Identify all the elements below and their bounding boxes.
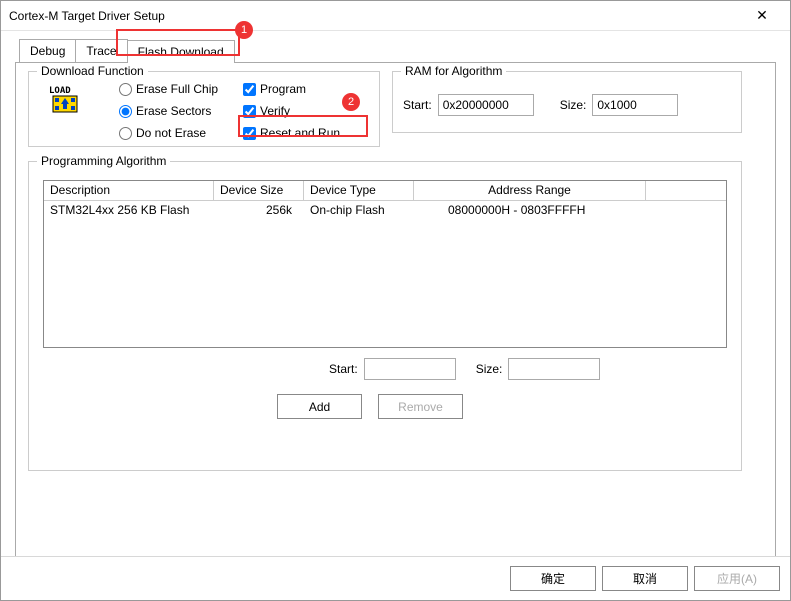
ram-size-label: Size: bbox=[560, 98, 587, 112]
erase-radio-group: Erase Full Chip Erase Sectors Do not Era… bbox=[119, 80, 218, 142]
dialog-window: Cortex-M Target Driver Setup ✕ Debug Tra… bbox=[0, 0, 791, 601]
check-verify-input[interactable] bbox=[243, 105, 256, 118]
td-empty bbox=[646, 201, 726, 221]
tab-debug-label: Debug bbox=[30, 44, 65, 58]
fieldset-programming-algorithm: Programming Algorithm Description Device… bbox=[28, 161, 742, 471]
th-address-range[interactable]: Address Range bbox=[414, 181, 646, 201]
apply-button: 应用(A) bbox=[694, 566, 780, 591]
radio-do-not-erase[interactable]: Do not Erase bbox=[119, 124, 218, 142]
tab-trace-label: Trace bbox=[86, 44, 116, 58]
fieldset-download-function: Download Function LOAD bbox=[28, 71, 380, 147]
option-checkbox-group: Program Verify Reset and Run bbox=[243, 80, 340, 142]
th-device-type[interactable]: Device Type bbox=[304, 181, 414, 201]
ram-size-input[interactable] bbox=[592, 94, 678, 116]
download-function-legend: Download Function bbox=[37, 64, 148, 78]
svg-text:LOAD: LOAD bbox=[49, 86, 71, 96]
algo-size-label: Size: bbox=[476, 362, 503, 376]
window-title: Cortex-M Target Driver Setup bbox=[9, 9, 742, 23]
load-icon: LOAD bbox=[49, 84, 81, 116]
fieldset-ram-for-algorithm: RAM for Algorithm Start: Size: bbox=[392, 71, 742, 133]
check-program[interactable]: Program bbox=[243, 80, 340, 98]
programming-algorithm-legend: Programming Algorithm bbox=[37, 154, 170, 168]
close-button[interactable]: ✕ bbox=[742, 2, 782, 30]
radio-erase-full-chip[interactable]: Erase Full Chip bbox=[119, 80, 218, 98]
remove-button: Remove bbox=[378, 394, 463, 419]
td-device-size: 256k bbox=[214, 201, 304, 221]
ram-start-label: Start: bbox=[403, 98, 432, 112]
algorithm-table-header: Description Device Size Device Type Addr… bbox=[44, 181, 726, 201]
radio-do-not-erase-label: Do not Erase bbox=[136, 126, 206, 140]
tab-page-flash-download: Download Function LOAD bbox=[15, 62, 776, 558]
ok-button[interactable]: 确定 bbox=[510, 566, 596, 591]
algo-start-label: Start: bbox=[329, 362, 358, 376]
check-verify[interactable]: Verify bbox=[243, 102, 340, 120]
tab-debug[interactable]: Debug bbox=[19, 39, 76, 62]
check-program-label: Program bbox=[260, 82, 306, 96]
algorithm-start-size-row: Start: Size: bbox=[329, 358, 600, 380]
radio-erase-full-chip-label: Erase Full Chip bbox=[136, 82, 218, 96]
th-device-size[interactable]: Device Size bbox=[214, 181, 304, 201]
ram-start-input[interactable] bbox=[438, 94, 534, 116]
algo-start-input[interactable] bbox=[364, 358, 456, 380]
check-verify-label: Verify bbox=[260, 104, 290, 118]
dialog-button-bar: 确定 取消 应用(A) bbox=[1, 556, 790, 600]
cancel-button[interactable]: 取消 bbox=[602, 566, 688, 591]
th-empty bbox=[646, 181, 726, 201]
ram-legend: RAM for Algorithm bbox=[401, 64, 506, 78]
td-description: STM32L4xx 256 KB Flash bbox=[44, 201, 214, 221]
check-reset-and-run[interactable]: Reset and Run bbox=[243, 124, 340, 142]
algorithm-buttons: Add Remove bbox=[277, 394, 463, 419]
td-device-type: On-chip Flash bbox=[304, 201, 414, 221]
content-area: Debug Trace Flash Download 1 Download Fu… bbox=[1, 31, 790, 556]
add-button[interactable]: Add bbox=[277, 394, 362, 419]
titlebar: Cortex-M Target Driver Setup ✕ bbox=[1, 1, 790, 31]
check-program-input[interactable] bbox=[243, 83, 256, 96]
check-reset-and-run-label: Reset and Run bbox=[260, 126, 340, 140]
radio-erase-sectors[interactable]: Erase Sectors bbox=[119, 102, 218, 120]
check-reset-and-run-input[interactable] bbox=[243, 127, 256, 140]
tab-flash-download-label: Flash Download bbox=[138, 45, 224, 59]
tab-flash-download[interactable]: Flash Download bbox=[127, 40, 235, 63]
tab-strip: Debug Trace Flash Download bbox=[15, 39, 776, 62]
tab-trace[interactable]: Trace bbox=[75, 39, 127, 62]
radio-do-not-erase-input[interactable] bbox=[119, 127, 132, 140]
radio-erase-sectors-input[interactable] bbox=[119, 105, 132, 118]
algo-size-input[interactable] bbox=[508, 358, 600, 380]
close-icon: ✕ bbox=[756, 7, 768, 24]
radio-erase-sectors-label: Erase Sectors bbox=[136, 104, 211, 118]
radio-erase-full-chip-input[interactable] bbox=[119, 83, 132, 96]
td-address-range: 08000000H - 0803FFFFH bbox=[414, 201, 646, 221]
th-description[interactable]: Description bbox=[44, 181, 214, 201]
table-row[interactable]: STM32L4xx 256 KB Flash 256k On-chip Flas… bbox=[44, 201, 726, 221]
algorithm-table[interactable]: Description Device Size Device Type Addr… bbox=[43, 180, 727, 348]
